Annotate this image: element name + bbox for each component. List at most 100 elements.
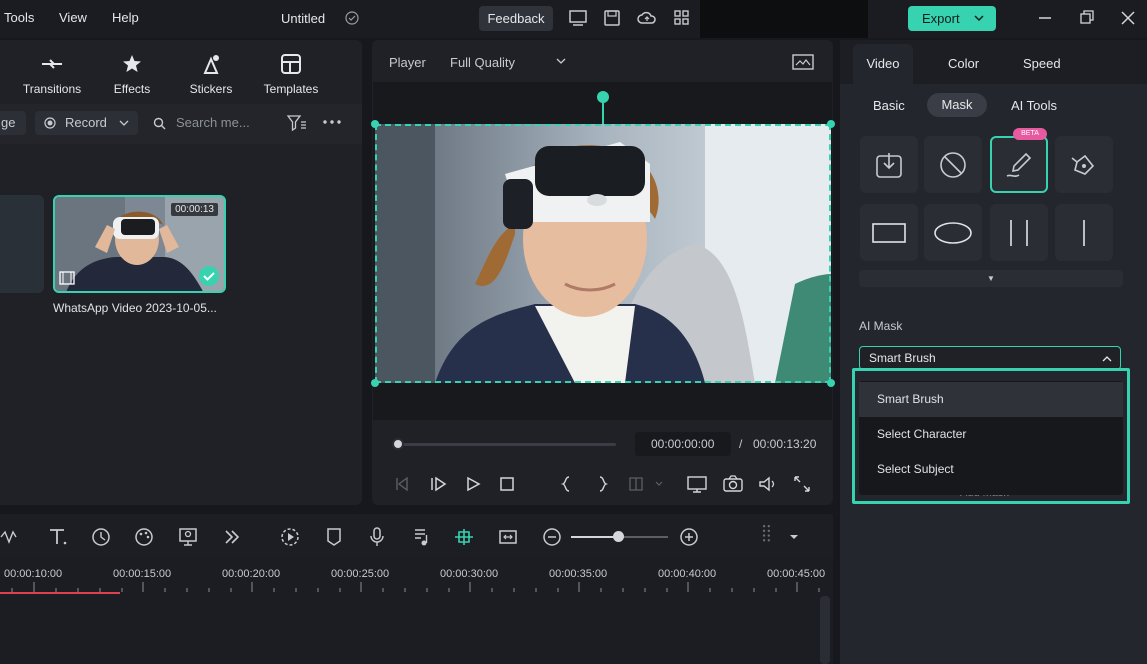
ai-portrait-icon[interactable] (177, 526, 199, 548)
split-track-icon[interactable] (628, 476, 664, 492)
chevron-up-icon (1102, 356, 1112, 362)
record-button[interactable]: Record (35, 111, 138, 135)
menu-tools[interactable]: Tools (4, 10, 34, 25)
search-icon (153, 117, 166, 130)
effects-button[interactable]: Effects (87, 52, 177, 96)
templates-icon (281, 54, 301, 74)
ellipse-mask-tile[interactable] (924, 204, 982, 261)
player-progress-knob[interactable] (392, 438, 404, 450)
expand-masks-button[interactable]: ▼ (859, 270, 1123, 287)
partial-media-thumbnail[interactable] (0, 195, 44, 293)
player-label: Player (389, 55, 426, 70)
corner-handle-bottom-right[interactable] (827, 379, 835, 387)
zoom-slider-knob[interactable] (613, 531, 624, 542)
tab-speed[interactable]: Speed (1023, 56, 1061, 71)
transitions-button[interactable]: Transitions (7, 52, 97, 96)
play-icon[interactable] (465, 476, 481, 492)
display-settings-icon[interactable] (687, 475, 707, 493)
marker-icon[interactable] (323, 526, 345, 548)
cloud-upload-icon[interactable] (637, 9, 657, 27)
minimize-icon[interactable] (1034, 8, 1056, 28)
transitions-icon (42, 59, 62, 69)
effects-icon (123, 55, 141, 72)
subtab-mask[interactable]: Mask (927, 93, 987, 117)
filter-icon[interactable] (287, 114, 307, 132)
stop-icon[interactable] (499, 476, 515, 492)
templates-label: Templates (263, 82, 319, 96)
save-icon[interactable] (602, 9, 622, 27)
text-tool-icon[interactable] (47, 526, 69, 548)
subtab-basic[interactable]: Basic (873, 98, 905, 113)
pen-mask-tile[interactable] (1055, 136, 1113, 193)
chevron-down-icon (974, 15, 984, 22)
media-thumbnail[interactable]: 00:00:13 (53, 195, 226, 293)
current-time: 00:00:00:00 (651, 437, 715, 451)
title-bar-blank-area (700, 0, 868, 38)
restore-icon[interactable] (1076, 8, 1098, 28)
more-options-icon[interactable] (322, 118, 342, 126)
play-slow-icon[interactable] (429, 476, 447, 492)
rectangle-mask-tile[interactable] (860, 204, 918, 261)
ruler-tick-label: 00:00:25:00 (331, 568, 390, 580)
mark-in-icon[interactable] (560, 476, 572, 492)
monitor-icon[interactable] (568, 9, 588, 27)
audio-split-icon[interactable] (0, 526, 22, 548)
feedback-button[interactable]: Feedback (479, 6, 553, 31)
zoom-out-icon[interactable] (541, 526, 563, 548)
rectangle-icon (872, 222, 906, 243)
grid-apps-icon[interactable] (672, 9, 692, 27)
ruler-tick-label: 00:00:30:00 (440, 568, 499, 580)
fullscreen-icon[interactable] (793, 475, 811, 493)
corner-handle-top-right[interactable] (827, 120, 835, 128)
camera-snapshot-icon[interactable] (723, 475, 743, 493)
menu-view[interactable]: View (59, 10, 87, 25)
brush-icon (1006, 152, 1032, 177)
import-mask-tile[interactable] (860, 136, 918, 193)
corner-handle-top-left[interactable] (371, 120, 379, 128)
stickers-button[interactable]: Stickers (166, 52, 256, 96)
video-clip-icon (59, 271, 75, 285)
rotate-handle[interactable] (597, 91, 609, 103)
smart-brush-tile[interactable] (990, 136, 1048, 193)
player-progress-track[interactable] (398, 443, 616, 446)
mask-selection-frame[interactable] (375, 124, 831, 383)
snapshot-view-icon[interactable] (792, 53, 814, 71)
single-line-mask-tile[interactable] (1055, 204, 1113, 261)
pip-icon[interactable] (497, 526, 519, 548)
tab-video[interactable]: Video (853, 44, 913, 84)
speed-timer-icon[interactable] (90, 526, 112, 548)
double-line-mask-tile[interactable] (990, 204, 1048, 261)
export-button[interactable]: Export (908, 6, 996, 31)
color-palette-icon[interactable] (133, 526, 155, 548)
music-note-icon[interactable] (410, 526, 432, 548)
volume-icon[interactable] (758, 475, 778, 493)
chevron-down-icon (119, 120, 129, 126)
chevron-down-icon[interactable] (789, 533, 799, 541)
quality-select[interactable]: Full Quality (450, 55, 570, 71)
zoom-in-icon[interactable] (678, 526, 700, 548)
ruler-tick-label: 00:00:40:00 (658, 568, 717, 580)
import-button[interactable]: ge (0, 111, 26, 135)
microphone-icon[interactable] (366, 526, 388, 548)
timeline-scrollbar[interactable] (820, 596, 830, 664)
check-circle-icon (345, 11, 359, 25)
auto-ripple-icon[interactable] (453, 526, 475, 548)
mark-out-icon[interactable] (597, 476, 609, 492)
render-preview-icon[interactable] (279, 526, 301, 548)
previous-frame-icon[interactable] (393, 476, 411, 492)
no-mask-tile[interactable] (924, 136, 982, 193)
single-line-icon (1083, 219, 1085, 246)
corner-handle-bottom-left[interactable] (371, 379, 379, 387)
ai-mask-select[interactable]: Smart Brush (859, 346, 1121, 370)
tab-color[interactable]: Color (948, 56, 979, 71)
subtab-ai-tools[interactable]: AI Tools (1011, 98, 1057, 113)
menu-help[interactable]: Help (112, 10, 139, 25)
templates-button[interactable]: Templates (246, 52, 336, 96)
close-icon[interactable] (1117, 8, 1139, 28)
pen-tool-icon (1071, 154, 1095, 175)
search-input[interactable]: Search me... (150, 111, 270, 135)
more-tools-icon[interactable] (221, 526, 243, 548)
grid-layout-icon[interactable] (757, 523, 779, 545)
record-label: Record (65, 115, 107, 130)
ai-mask-selected-value: Smart Brush (869, 351, 936, 365)
